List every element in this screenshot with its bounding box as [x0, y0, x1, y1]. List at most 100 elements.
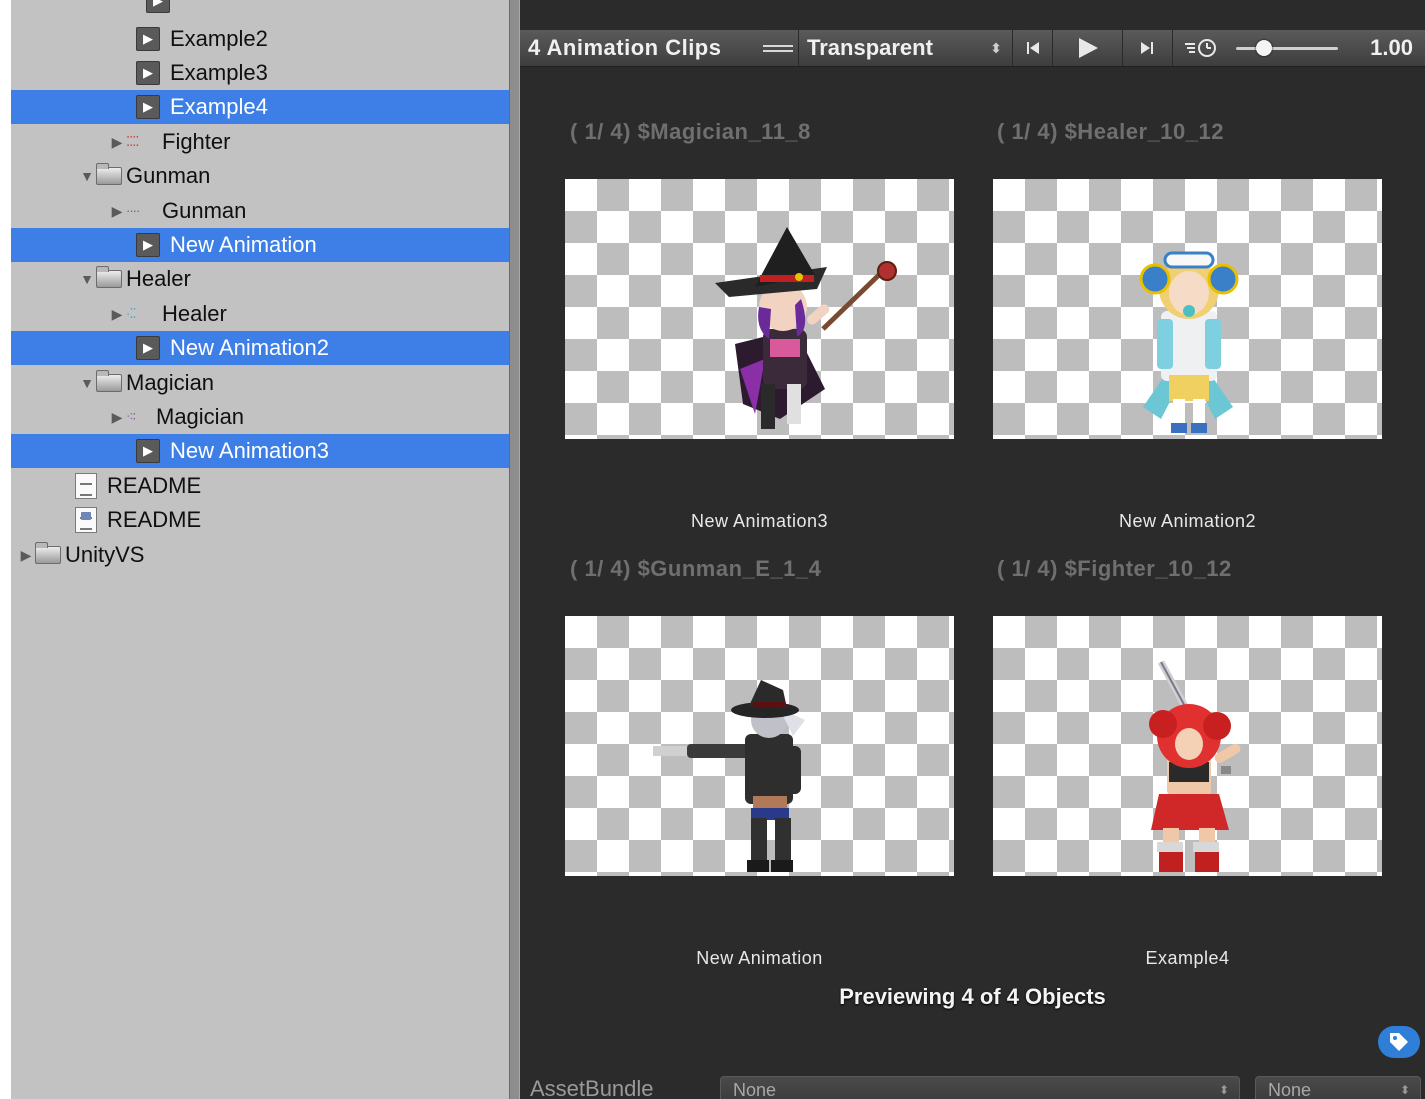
preview-cell-header: ( 1/ 4) $Fighter_10_12 — [997, 556, 1232, 581]
preview-cell-header: ( 1/ 4) $Healer_10_12 — [997, 119, 1224, 144]
speed-slider-track — [1236, 47, 1338, 50]
speed-slider[interactable] — [1232, 30, 1342, 66]
fighter-sprite-icon — [1149, 660, 1241, 872]
play-icon — [1079, 38, 1098, 58]
tree-row-label: Gunman — [126, 163, 211, 188]
tree-row-label: Healer — [126, 266, 191, 291]
tree-row-fighter-sheet[interactable]: ▶ ⁚⁚⁚⁚ Fighter — [11, 125, 509, 159]
tree-row-healer-sheet[interactable]: ▶ ·⁚⁚ Healer — [11, 297, 509, 331]
tree-row-label: UnityVS — [65, 542, 145, 567]
tree-row-gunman-folder[interactable]: ▼ Gunman — [11, 159, 509, 193]
project-tree: ▶ ▶ Example2 ▶ Example3 ▶ Example4 ▶ ⁚⁚⁚… — [11, 0, 509, 1099]
animation-clip-icon: ▶ — [136, 61, 160, 85]
asset-labels-button[interactable] — [1378, 1026, 1420, 1058]
animation-clip-icon: ▶ — [146, 0, 170, 13]
playback-speed-icon — [1172, 30, 1233, 66]
assetbundle-label: AssetBundle — [530, 1076, 654, 1099]
preview-cell-label: New Animation3 — [690, 511, 829, 531]
sprite-sheet-icon: ·⁚⁚ — [126, 307, 137, 321]
rich-document-icon — [75, 507, 97, 533]
expand-arrow-icon[interactable]: ▶ — [19, 547, 33, 564]
expand-arrow-icon[interactable]: ▶ — [110, 409, 124, 426]
expand-arrow-icon[interactable]: ▶ — [110, 134, 124, 151]
play-button[interactable] — [1052, 30, 1123, 66]
sprite-preview-magician[interactable] — [565, 179, 954, 439]
tree-row-label: Magician — [156, 404, 245, 429]
tree-row-label: Example2 — [170, 26, 268, 51]
preview-toolbar: 4 Animation Clips Transparent ⬍ 1.00 — [520, 30, 1425, 67]
folder-icon — [96, 370, 122, 392]
tree-row-healer-folder[interactable]: ▼ Healer — [11, 262, 509, 296]
background-dropdown[interactable]: Transparent ⬍ — [798, 30, 1010, 66]
preview-cell-label: Example4 — [1145, 948, 1230, 968]
assetbundle-name-dropdown[interactable]: None ⬍ — [720, 1076, 1240, 1099]
tree-row-example2[interactable]: ▶ Example2 — [11, 22, 509, 56]
animation-clip-icon: ▶ — [136, 95, 160, 119]
panel-splitter[interactable] — [509, 0, 520, 1099]
tree-row-readme-2[interactable]: README — [11, 503, 509, 537]
tree-row-label: Fighter — [162, 129, 231, 154]
expand-arrow-icon[interactable]: ▶ — [110, 306, 124, 323]
first-frame-button[interactable] — [1012, 30, 1053, 66]
tree-row-unityvs-folder[interactable]: ▶ UnityVS — [11, 538, 509, 572]
next-frame-button[interactable] — [1122, 30, 1171, 66]
text-document-icon — [75, 473, 97, 499]
tree-row-label: README — [107, 507, 202, 532]
speed-value: 1.00 — [1370, 35, 1413, 60]
collapse-arrow-icon[interactable]: ▼ — [80, 271, 94, 287]
folder-icon — [96, 163, 122, 185]
tree-row-example4[interactable]: ▶ Example4 — [11, 90, 509, 124]
sprite-preview-gunman[interactable] — [565, 616, 954, 876]
assetbundle-name-value: None — [733, 1080, 777, 1099]
background-dropdown-value: Transparent — [807, 35, 933, 60]
tree-row-label: Example3 — [170, 60, 268, 85]
preview-cell-header: ( 1/ 4) $Magician_11_8 — [570, 119, 811, 144]
tree-row-clipped[interactable]: ▶ — [11, 0, 509, 18]
preview-count-text: Previewing 4 of 4 Objects — [839, 984, 1106, 1009]
tree-row-label: Example4 — [170, 94, 268, 119]
assetbundle-variant-dropdown[interactable]: None ⬍ — [1255, 1076, 1421, 1099]
tree-row-label: New Animation — [170, 232, 317, 257]
sprite-preview-fighter[interactable] — [993, 616, 1382, 876]
dropdown-arrows-icon: ⬍ — [1218, 1083, 1229, 1097]
tree-row-label: Healer — [162, 301, 227, 326]
collapse-arrow-icon[interactable]: ▼ — [80, 168, 94, 184]
tree-row-gunman-sheet[interactable]: ▶ ···· Gunman — [11, 194, 509, 228]
collapse-arrow-icon[interactable]: ▼ — [80, 375, 94, 391]
expand-arrow-icon[interactable]: ▶ — [110, 203, 124, 220]
preview-title: 4 Animation Clips — [528, 35, 722, 60]
tree-row-readme-1[interactable]: README — [11, 469, 509, 503]
tree-row-label: Gunman — [162, 198, 247, 223]
animation-clip-icon: ▶ — [136, 336, 160, 360]
gunman-sprite-icon — [653, 680, 805, 872]
preview-cell-label: New Animation — [696, 948, 823, 968]
tree-row-label: New Animation3 — [170, 438, 329, 463]
tree-row-label: New Animation2 — [170, 335, 329, 360]
sprite-sheet-icon: ⁖∶ — [126, 410, 136, 424]
sprite-preview-healer[interactable] — [993, 179, 1382, 439]
tree-row-example3[interactable]: ▶ Example3 — [11, 56, 509, 90]
tree-row-new-animation3[interactable]: ▶ New Animation3 — [11, 434, 509, 468]
healer-sprite-icon — [1139, 251, 1239, 433]
animation-clip-icon: ▶ — [136, 439, 160, 463]
folder-icon — [35, 542, 61, 564]
preview-panel: 4 Animation Clips Transparent ⬍ 1.00 (1… — [520, 0, 1425, 1099]
next-frame-icon — [1141, 42, 1153, 54]
tree-row-label: Magician — [126, 370, 215, 395]
tag-icon — [1390, 1033, 1408, 1051]
magician-sprite-icon — [715, 227, 897, 429]
sprite-sheet-icon: ⁚⁚⁚⁚ — [126, 135, 140, 149]
assetbundle-variant-value: None — [1268, 1080, 1312, 1099]
dropdown-arrows-icon: ⬍ — [1399, 1083, 1410, 1097]
first-frame-icon — [1027, 42, 1039, 54]
speed-slider-thumb[interactable] — [1256, 40, 1272, 56]
drag-handle-icon[interactable] — [762, 30, 794, 66]
tree-row-magician-folder[interactable]: ▼ Magician — [11, 366, 509, 400]
dropdown-arrows-icon: ⬍ — [990, 39, 1002, 56]
tree-row-label: README — [107, 473, 202, 498]
sprite-sheet-icon: ···· — [126, 204, 140, 218]
preview-cell-header: ( 1/ 4) $Gunman_E_1_4 — [570, 556, 822, 581]
tree-row-magician-sheet[interactable]: ▶ ⁖∶ Magician — [11, 400, 509, 434]
tree-row-new-animation2[interactable]: ▶ New Animation2 — [11, 331, 509, 365]
tree-row-new-animation[interactable]: ▶ New Animation — [11, 228, 509, 262]
